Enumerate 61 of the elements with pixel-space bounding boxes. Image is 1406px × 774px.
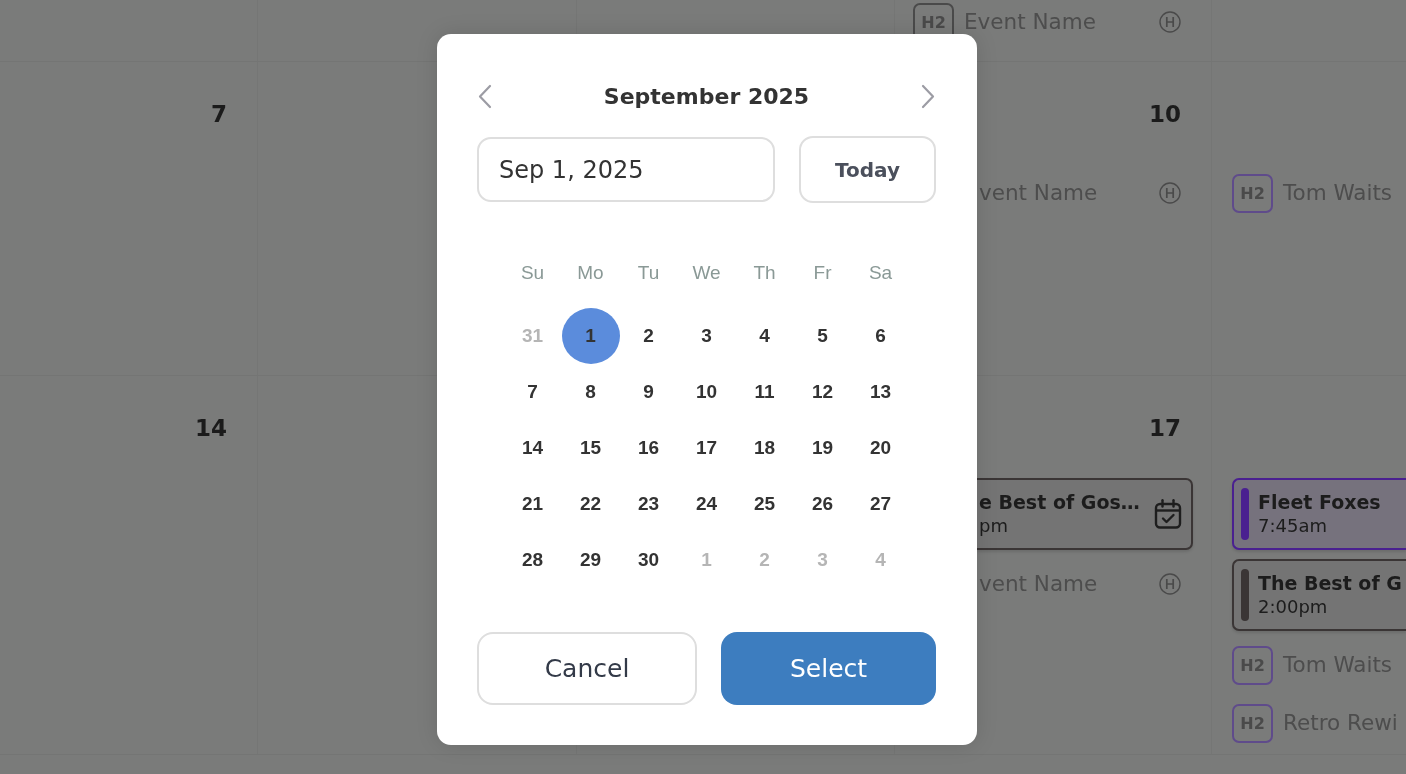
day-button[interactable]: 11 <box>735 364 794 420</box>
color-bar-icon <box>1241 488 1249 540</box>
today-button[interactable]: Today <box>799 136 936 203</box>
day-button[interactable]: 10 <box>677 364 736 420</box>
day-button[interactable]: 3 <box>677 308 736 364</box>
weekday-label: We <box>691 261 722 285</box>
day-number: 14 <box>195 414 227 442</box>
day-button[interactable]: 26 <box>793 476 852 532</box>
event-card[interactable]: The Best of G 2:00pm <box>1232 559 1406 631</box>
weekday-label: Tu <box>636 261 661 285</box>
chevron-right-icon <box>921 83 936 109</box>
weekday-label: Th <box>752 261 777 285</box>
event-card[interactable]: e Best of Gos… pm <box>977 478 1193 550</box>
event-time: pm <box>979 514 1009 538</box>
day-button[interactable]: 9 <box>619 364 678 420</box>
day-button[interactable]: 20 <box>851 420 910 476</box>
day-button[interactable]: 14 <box>503 420 562 476</box>
day-button[interactable]: 1 <box>561 308 620 364</box>
event-title: Fleet Foxes <box>1258 490 1382 514</box>
day-button[interactable]: 22 <box>561 476 620 532</box>
select-button[interactable]: Select <box>721 632 936 705</box>
day-number: 7 <box>211 100 227 128</box>
weekday-label: Su <box>519 261 546 285</box>
day-button[interactable]: 8 <box>561 364 620 420</box>
weekday-label: Fr <box>812 261 833 285</box>
event-title: The Best of G <box>1258 571 1403 595</box>
day-button[interactable]: 29 <box>561 532 620 588</box>
day-number: 17 <box>1149 414 1181 442</box>
day-button[interactable]: 12 <box>793 364 852 420</box>
cancel-button[interactable]: Cancel <box>477 632 697 705</box>
month-title: September 2025 <box>603 83 810 109</box>
day-button[interactable]: 4 <box>735 308 794 364</box>
day-button[interactable]: 17 <box>677 420 736 476</box>
day-button[interactable]: 15 <box>561 420 620 476</box>
day-number: 10 <box>1149 100 1181 128</box>
day-button[interactable]: 30 <box>619 532 678 588</box>
event-time: 2:00pm <box>1258 595 1329 619</box>
day-button[interactable]: 18 <box>735 420 794 476</box>
day-button[interactable]: 25 <box>735 476 794 532</box>
day-button[interactable]: 13 <box>851 364 910 420</box>
day-button[interactable]: 2 <box>619 308 678 364</box>
day-button[interactable]: 24 <box>677 476 736 532</box>
day-button[interactable]: 27 <box>851 476 910 532</box>
day-button[interactable]: 23 <box>619 476 678 532</box>
chevron-left-icon <box>477 83 492 109</box>
weekday-label: Sa <box>867 261 894 285</box>
event-card[interactable]: Fleet Foxes 7:45am <box>1232 478 1406 550</box>
day-button[interactable]: 19 <box>793 420 852 476</box>
day-button[interactable]: 6 <box>851 308 910 364</box>
day-button[interactable]: 16 <box>619 420 678 476</box>
next-month-button[interactable] <box>921 83 936 109</box>
day-button[interactable]: 21 <box>503 476 562 532</box>
event-time: 7:45am <box>1258 514 1328 538</box>
day-button[interactable]: 7 <box>503 364 562 420</box>
date-input[interactable]: Sep 1, 2025 <box>477 137 775 202</box>
weekday-label: Mo <box>576 261 605 285</box>
day-button[interactable]: 5 <box>793 308 852 364</box>
day-button[interactable]: 28 <box>503 532 562 588</box>
event-title: e Best of Gos… <box>979 490 1141 514</box>
color-bar-icon <box>1241 569 1249 621</box>
previous-month-button[interactable] <box>477 83 492 109</box>
